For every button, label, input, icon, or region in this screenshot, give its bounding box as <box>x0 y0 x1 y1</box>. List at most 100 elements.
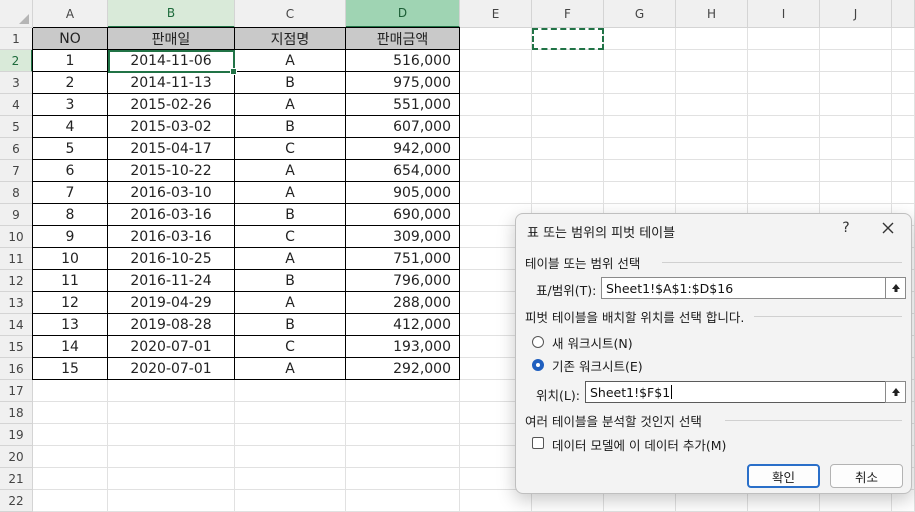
cell-i5[interactable] <box>748 116 820 138</box>
cell-j2[interactable] <box>820 50 892 72</box>
table-cell[interactable]: 975,000 <box>346 72 460 94</box>
column-header-f[interactable]: F <box>532 0 604 28</box>
table-cell[interactable]: 193,000 <box>346 336 460 358</box>
row-header-17[interactable]: 17 <box>0 380 33 402</box>
cell-j6[interactable] <box>820 138 892 160</box>
column-header-h[interactable]: H <box>676 0 748 28</box>
row-header-16[interactable]: 16 <box>0 358 33 380</box>
cell-h8[interactable] <box>676 182 748 204</box>
cell-h5[interactable] <box>676 116 748 138</box>
table-cell[interactable]: 12 <box>33 292 108 314</box>
table-cell[interactable]: 412,000 <box>346 314 460 336</box>
select-all-corner[interactable] <box>0 0 33 28</box>
cell-d21[interactable] <box>346 468 460 490</box>
table-cell[interactable]: C <box>235 138 346 160</box>
cell-i1[interactable] <box>748 28 820 50</box>
table-cell[interactable]: 942,000 <box>346 138 460 160</box>
cancel-button[interactable]: 취소 <box>830 464 903 488</box>
cell-f3[interactable] <box>532 72 604 94</box>
cell-d20[interactable] <box>346 446 460 468</box>
cell-h7[interactable] <box>676 160 748 182</box>
cell-k5[interactable] <box>892 116 915 138</box>
cell-h6[interactable] <box>676 138 748 160</box>
cell-e5[interactable] <box>460 116 532 138</box>
row-header-21[interactable]: 21 <box>0 468 33 490</box>
column-header-j[interactable]: J <box>820 0 892 28</box>
table-header-cell[interactable]: 판매금액 <box>346 28 460 50</box>
cell-k3[interactable] <box>892 72 915 94</box>
cell-j4[interactable] <box>820 94 892 116</box>
cell-a17[interactable] <box>33 380 108 402</box>
location-collapse-button[interactable] <box>885 381 906 403</box>
table-cell[interactable]: 14 <box>33 336 108 358</box>
table-cell[interactable]: 288,000 <box>346 292 460 314</box>
cell-d19[interactable] <box>346 424 460 446</box>
cell-k6[interactable] <box>892 138 915 160</box>
table-cell[interactable]: 2016-03-10 <box>108 182 235 204</box>
table-cell[interactable]: 2016-11-24 <box>108 270 235 292</box>
cell-c19[interactable] <box>235 424 346 446</box>
cell-k8[interactable] <box>892 182 915 204</box>
cell-i2[interactable] <box>748 50 820 72</box>
row-header-9[interactable]: 9 <box>0 204 33 226</box>
table-cell[interactable]: B <box>235 204 346 226</box>
row-header-22[interactable]: 22 <box>0 490 33 512</box>
column-header-i[interactable]: I <box>748 0 820 28</box>
table-cell[interactable]: A <box>235 182 346 204</box>
row-header-13[interactable]: 13 <box>0 292 33 314</box>
cell-h1[interactable] <box>676 28 748 50</box>
cell-f2[interactable] <box>532 50 604 72</box>
table-cell[interactable]: 2 <box>33 72 108 94</box>
table-cell[interactable]: A <box>235 358 346 380</box>
table-cell[interactable]: 292,000 <box>346 358 460 380</box>
table-cell[interactable]: A <box>235 292 346 314</box>
cell-h4[interactable] <box>676 94 748 116</box>
row-header-4[interactable]: 4 <box>0 94 33 116</box>
cell-c21[interactable] <box>235 468 346 490</box>
column-header-c[interactable]: C <box>235 0 346 28</box>
cell-b20[interactable] <box>108 446 235 468</box>
table-cell[interactable]: A <box>235 50 346 72</box>
column-header-g[interactable]: G <box>604 0 676 28</box>
row-header-3[interactable]: 3 <box>0 72 33 94</box>
cell-a20[interactable] <box>33 446 108 468</box>
cell-a18[interactable] <box>33 402 108 424</box>
table-cell[interactable]: 516,000 <box>346 50 460 72</box>
cell-b17[interactable] <box>108 380 235 402</box>
cell-e1[interactable] <box>460 28 532 50</box>
help-button[interactable]: ? <box>838 220 854 236</box>
cell-h2[interactable] <box>676 50 748 72</box>
cell-b22[interactable] <box>108 490 235 512</box>
table-cell[interactable]: C <box>235 336 346 358</box>
cell-e3[interactable] <box>460 72 532 94</box>
table-cell[interactable]: 8 <box>33 204 108 226</box>
table-cell[interactable]: 6 <box>33 160 108 182</box>
cell-c20[interactable] <box>235 446 346 468</box>
table-cell[interactable]: 9 <box>33 226 108 248</box>
table-cell[interactable]: B <box>235 116 346 138</box>
table-cell[interactable]: 2016-10-25 <box>108 248 235 270</box>
cell-g1[interactable] <box>604 28 676 50</box>
cell-k1[interactable] <box>892 28 915 50</box>
cell-f4[interactable] <box>532 94 604 116</box>
new-worksheet-label[interactable]: 새 워크시트(N) <box>552 333 633 352</box>
row-header-12[interactable]: 12 <box>0 270 33 292</box>
row-header-6[interactable]: 6 <box>0 138 33 160</box>
ok-button[interactable]: 확인 <box>747 464 820 488</box>
table-cell[interactable]: 2015-04-17 <box>108 138 235 160</box>
cell-c17[interactable] <box>235 380 346 402</box>
table-cell[interactable]: 796,000 <box>346 270 460 292</box>
table-cell[interactable]: 551,000 <box>346 94 460 116</box>
table-cell[interactable]: 2014-11-13 <box>108 72 235 94</box>
table-cell[interactable]: 2016-03-16 <box>108 226 235 248</box>
row-header-19[interactable]: 19 <box>0 424 33 446</box>
table-header-cell[interactable]: 판매일 <box>108 28 235 50</box>
row-header-18[interactable]: 18 <box>0 402 33 424</box>
cell-e2[interactable] <box>460 50 532 72</box>
cell-i7[interactable] <box>748 160 820 182</box>
table-cell[interactable]: 905,000 <box>346 182 460 204</box>
table-cell[interactable]: 13 <box>33 314 108 336</box>
cell-g3[interactable] <box>604 72 676 94</box>
range-collapse-button[interactable] <box>885 277 906 299</box>
cell-c22[interactable] <box>235 490 346 512</box>
